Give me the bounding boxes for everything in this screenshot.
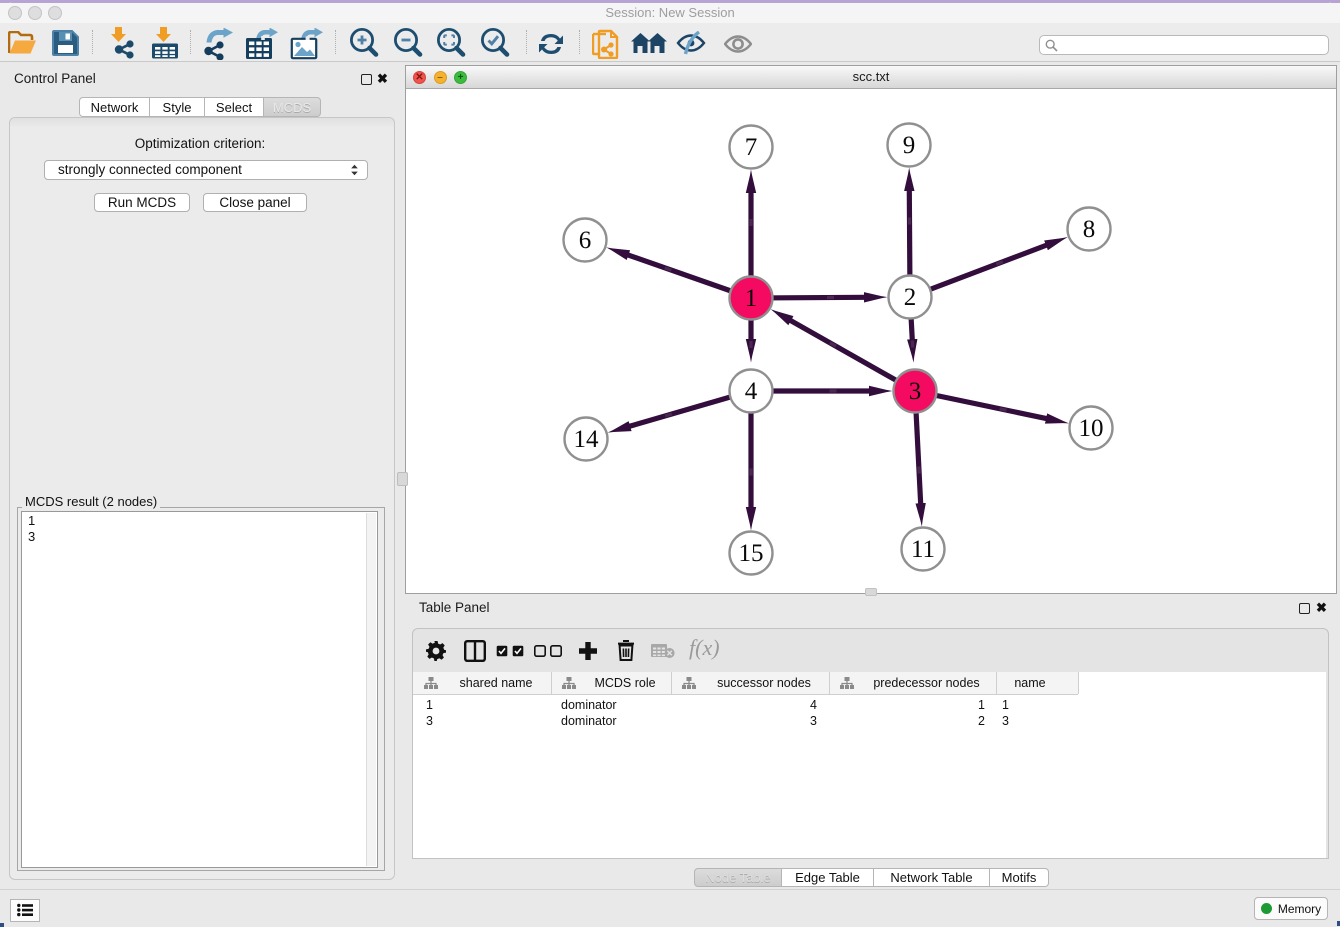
svg-text:4: 4 (745, 378, 758, 405)
svg-text:15: 15 (739, 540, 764, 567)
svg-text:10: 10 (1079, 415, 1104, 442)
svg-text:14: 14 (574, 426, 600, 453)
svg-text:11: 11 (911, 536, 935, 563)
svg-text:3: 3 (909, 378, 922, 405)
svg-text:7: 7 (745, 134, 758, 161)
svg-text:8: 8 (1083, 216, 1096, 243)
svg-text:6: 6 (579, 227, 592, 254)
svg-text:2: 2 (904, 284, 917, 311)
svg-text:1: 1 (745, 285, 758, 312)
svg-text:9: 9 (903, 132, 916, 159)
